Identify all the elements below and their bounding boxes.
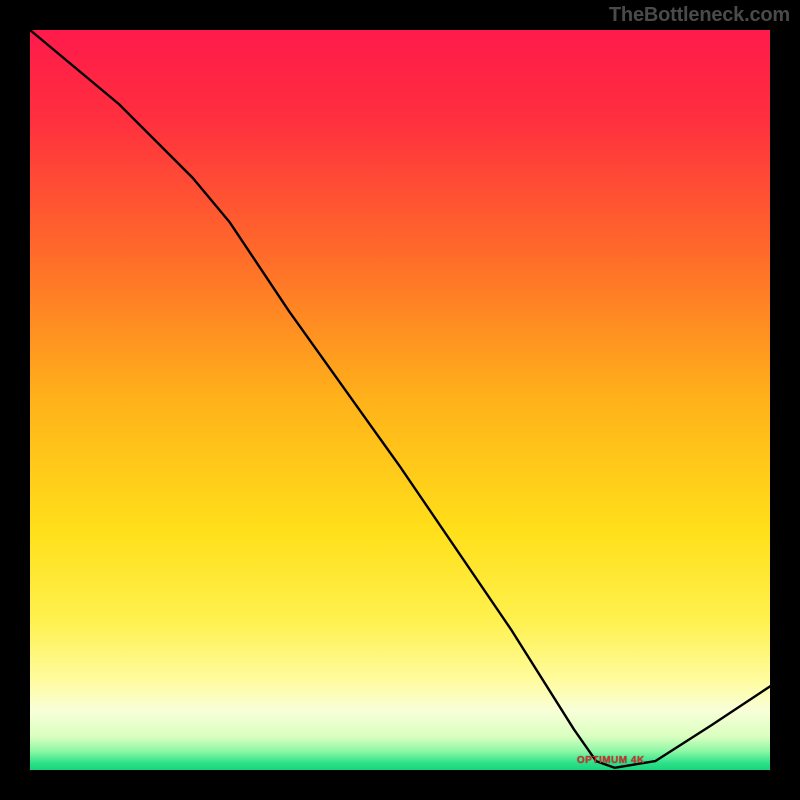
bottleneck-curve — [30, 30, 770, 770]
optimum-marker-label: OPTIMUM 4K — [577, 755, 645, 766]
plot-frame: OPTIMUM 4K — [30, 30, 770, 770]
watermark-text: TheBottleneck.com — [609, 4, 790, 27]
stage: TheBottleneck.com OPTIMUM 4K — [0, 0, 800, 800]
